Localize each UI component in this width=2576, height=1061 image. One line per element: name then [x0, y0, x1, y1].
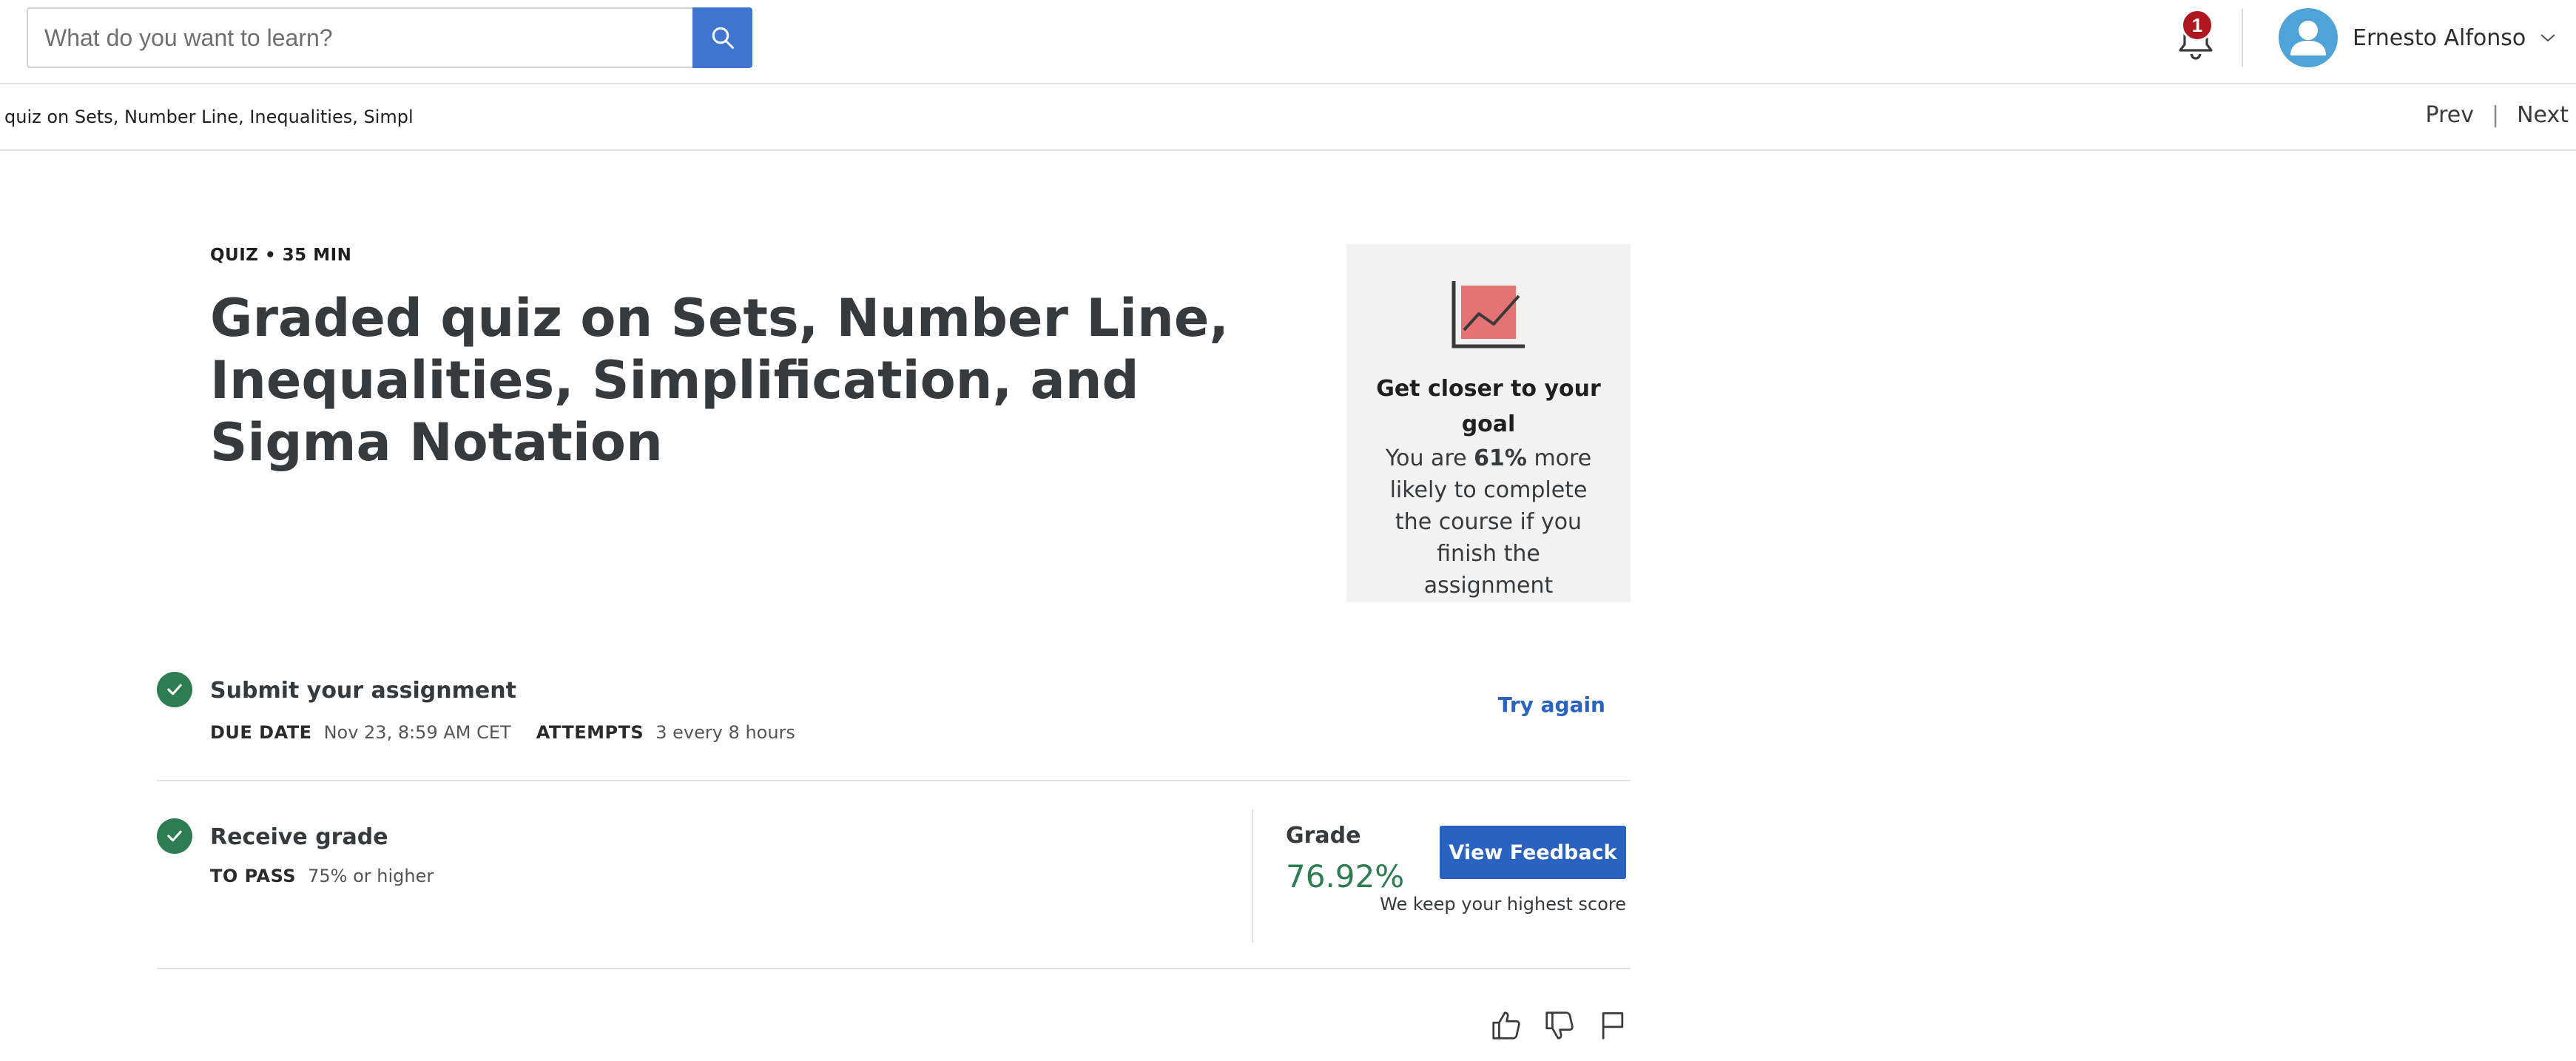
report-button[interactable]	[1594, 1006, 1632, 1045]
nav-separator: |	[2492, 102, 2500, 128]
user-menu[interactable]: Ernesto Alfonso	[2279, 7, 2557, 68]
search-box	[27, 7, 692, 68]
grade-value: 76.92%	[1286, 858, 1405, 895]
submit-step-title: Submit your assignment	[210, 678, 516, 704]
attempts-value: 3 every 8 hours	[655, 722, 795, 743]
thumbs-up-icon	[1492, 1011, 1520, 1040]
to-pass-value: 75% or higher	[308, 866, 434, 886]
submit-step-meta: DUE DATE Nov 23, 8:59 AM CET ATTEMPTS 3 eve…	[210, 722, 795, 743]
completed-check	[157, 672, 192, 707]
prev-link[interactable]: Prev	[2426, 102, 2474, 128]
goal-text-before: You are	[1385, 445, 1474, 471]
thumbs-down-icon	[1545, 1011, 1574, 1040]
check-icon	[167, 684, 182, 695]
due-date-value: Nov 23, 8:59 AM CET	[323, 722, 511, 743]
receive-grade-step: Receive grade TO PASS 75% or higher Grade…	[157, 809, 1631, 969]
header-divider	[2242, 9, 2243, 67]
grade-step-meta: TO PASS 75% or higher	[210, 866, 434, 886]
goal-heading: Get closer to your goal	[1376, 376, 1601, 437]
search-input[interactable]	[28, 9, 692, 67]
breadcrumb: quiz on Sets, Number Line, Inequalities,…	[4, 107, 414, 127]
item-type-duration: QUIZ • 35 MIN	[210, 246, 352, 265]
goal-percent: 61%	[1474, 445, 1527, 471]
to-pass-label: TO PASS	[210, 866, 297, 886]
chevron-down-icon	[2540, 34, 2555, 42]
try-again-button[interactable]: Try again	[1498, 693, 1605, 717]
grade-label: Grade	[1286, 823, 1361, 849]
highest-score-note: We keep your highest score	[1380, 894, 1626, 915]
like-button[interactable]	[1487, 1006, 1525, 1045]
submit-assignment-step: Submit your assignment DUE DATE Nov 23, 8…	[157, 669, 1631, 781]
chart-icon	[1451, 281, 1525, 348]
top-bar: 1 Ernesto Alfonso	[0, 0, 2576, 84]
flag-icon	[1602, 1012, 1624, 1040]
grade-divider	[1252, 809, 1253, 943]
search-button[interactable]	[692, 7, 752, 68]
attempts-label: ATTEMPTS	[536, 722, 644, 743]
search-icon	[712, 27, 734, 49]
goal-text: You are 61% more likely to complete the …	[1346, 442, 1631, 602]
reactions	[1487, 1006, 1635, 1048]
dislike-button[interactable]	[1540, 1006, 1579, 1045]
user-icon	[2290, 21, 2326, 55]
goal-card: Get closer to your goal You are 61% more…	[1346, 244, 1631, 602]
next-link[interactable]: Next	[2517, 102, 2569, 128]
check-icon	[167, 830, 182, 842]
avatar	[2279, 8, 2338, 67]
item-navigation-bar: quiz on Sets, Number Line, Inequalities,…	[0, 86, 2576, 151]
view-feedback-button[interactable]: View Feedback	[1440, 826, 1626, 879]
due-date-label: DUE DATE	[210, 722, 312, 743]
page-title: Graded quiz on Sets, Number Line, Inequa…	[210, 288, 1229, 473]
completed-check	[157, 818, 192, 854]
prev-next-nav: Prev | Next	[2426, 102, 2569, 128]
user-name: Ernesto Alfonso	[2353, 24, 2526, 51]
notification-badge: 1	[2181, 9, 2213, 41]
grade-step-title: Receive grade	[210, 824, 388, 850]
